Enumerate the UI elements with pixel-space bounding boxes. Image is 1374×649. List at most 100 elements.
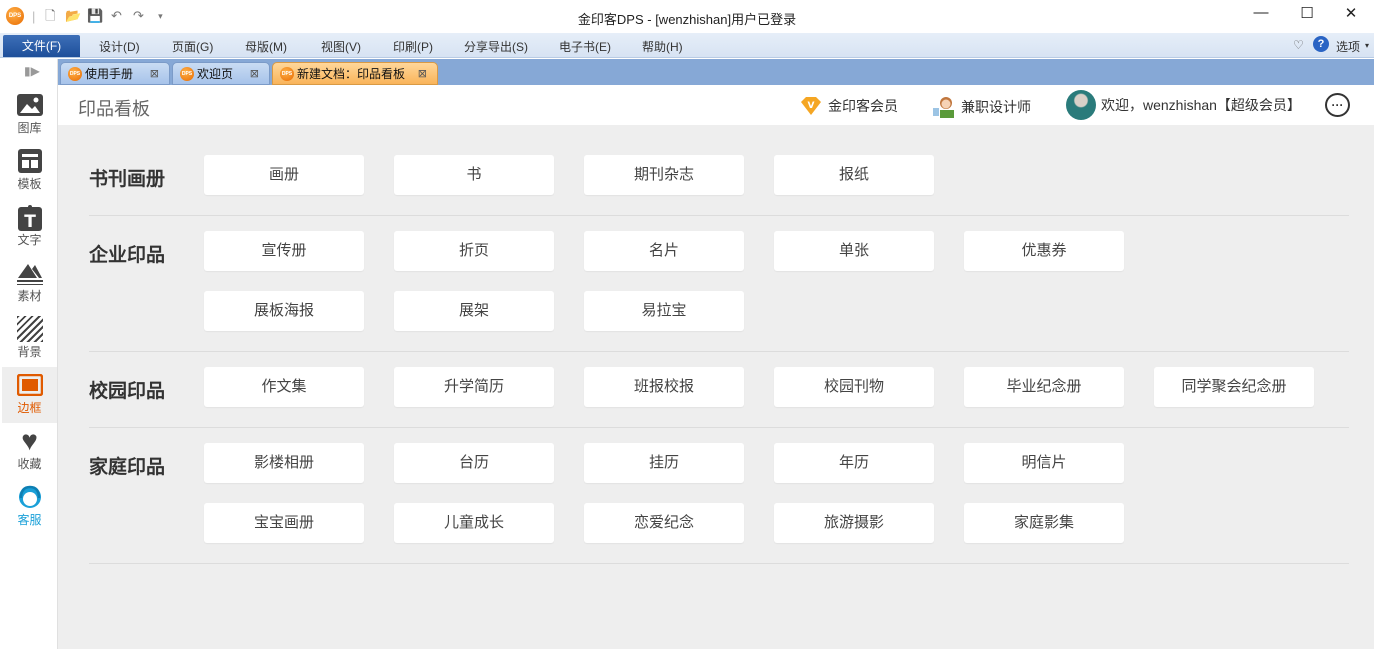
sidebar-item-material[interactable]: 素材	[2, 255, 57, 311]
template-icon	[17, 148, 43, 174]
product-button[interactable]: 宝宝画册	[204, 503, 364, 543]
section-divider	[89, 351, 1349, 352]
section-divider	[89, 563, 1349, 564]
message-icon[interactable]: ···	[1325, 93, 1350, 117]
maximize-button[interactable]: ☐	[1284, 4, 1330, 24]
tab-label: 使用手册	[85, 67, 134, 81]
product-button[interactable]: 明信片	[964, 443, 1124, 483]
background-icon	[16, 316, 43, 342]
product-button[interactable]: 儿童成长	[394, 503, 554, 543]
product-button[interactable]: 展板海报	[204, 291, 364, 331]
sidebar-label: 边框	[17, 401, 42, 415]
designer-label: 兼职设计师	[961, 99, 1031, 115]
close-tab-icon[interactable]: ⊠	[250, 67, 259, 80]
product-button[interactable]: 同学聚会纪念册	[1154, 367, 1314, 407]
menu-view[interactable]: 视图(V)	[321, 38, 361, 55]
dps-icon: DPS	[280, 66, 294, 81]
sidebar-item-background[interactable]: 背景	[2, 311, 57, 367]
vip-link[interactable]: V 金印客会员	[799, 96, 898, 116]
title-bar: DPS | 🗋 📂 💾 ↶ ↷ ▾ 金印客DPS - [wenzhishan]用…	[0, 0, 1374, 33]
user-profile[interactable]: 欢迎，wenzhishan【超级会员】	[1066, 90, 1301, 120]
product-button[interactable]: 年历	[774, 443, 934, 483]
product-button[interactable]: 恋爱纪念	[584, 503, 744, 543]
close-tab-icon[interactable]: ⊠	[150, 67, 159, 80]
vip-label: 金印客会员	[828, 98, 898, 114]
product-button[interactable]: 展架	[394, 291, 554, 331]
tab-label: 新建文档：印品看板	[297, 67, 406, 81]
product-button[interactable]: 报纸	[774, 155, 934, 195]
close-tab-icon[interactable]: ⊠	[418, 67, 427, 80]
product-button[interactable]: 书	[394, 155, 554, 195]
window-title: 金印客DPS - [wenzhishan]用户已登录	[577, 12, 797, 27]
product-button[interactable]: 校园刊物	[774, 367, 934, 407]
product-button[interactable]: 名片	[584, 231, 744, 271]
sidebar-item-favorites[interactable]: ♥ 收藏	[2, 423, 57, 479]
product-button[interactable]: 优惠券	[964, 231, 1124, 271]
help-icon[interactable]: ?	[1313, 36, 1329, 52]
dps-icon: DPS	[180, 66, 194, 81]
heart-icon: ♥	[21, 425, 38, 456]
section-divider	[89, 427, 1349, 428]
welcome-text: 欢迎，wenzhishan【超级会员】	[1101, 97, 1301, 113]
sidebar-label: 客服	[17, 513, 42, 527]
section-title-books: 书刊画册	[89, 169, 166, 190]
sidebar-item-service[interactable]: 客服	[2, 479, 57, 535]
menu-ebook[interactable]: 电子书(E)	[559, 38, 611, 55]
options-menu[interactable]: 选项	[1336, 38, 1360, 55]
avatar	[1066, 90, 1096, 120]
product-button[interactable]: 宣传册	[204, 231, 364, 271]
designer-avatar-icon	[933, 97, 954, 118]
menu-bar: 文件(F) 设计(D) 页面(G) 母版(M) 视图(V) 印刷(P) 分享导出…	[0, 33, 1374, 58]
sidebar-item-gallery[interactable]: 图库	[2, 87, 57, 143]
product-button[interactable]: 班报校报	[584, 367, 744, 407]
product-button[interactable]: 毕业纪念册	[964, 367, 1124, 407]
material-icon	[16, 260, 43, 286]
product-button[interactable]: 折页	[394, 231, 554, 271]
sidebar-label: 图库	[17, 121, 42, 135]
dps-icon: DPS	[68, 66, 82, 81]
sidebar-item-template[interactable]: 模板	[2, 143, 57, 199]
product-button[interactable]: 单张	[774, 231, 934, 271]
print-board-panel: 印品看板 V 金印客会员 兼职设计师 欢迎，wenzhishan【超级会员】 ··…	[58, 85, 1374, 649]
headset-icon	[17, 484, 43, 510]
chevron-down-icon[interactable]: ▾	[1365, 41, 1369, 50]
sidebar-label: 收藏	[17, 457, 42, 471]
favorite-icon[interactable]: ♡	[1293, 38, 1304, 52]
tab-manual[interactable]: DPS 使用手册 ⊠	[60, 62, 170, 85]
panel-header: 印品看板 V 金印客会员 兼职设计师 欢迎，wenzhishan【超级会员】 ··…	[58, 85, 1374, 125]
svg-text:T: T	[24, 212, 36, 231]
product-button[interactable]: 作文集	[204, 367, 364, 407]
product-button[interactable]: 旅游摄影	[774, 503, 934, 543]
minimize-button[interactable]: —	[1238, 4, 1284, 24]
tab-welcome[interactable]: DPS 欢迎页 ⊠	[172, 62, 270, 85]
menu-master[interactable]: 母版(M)	[245, 38, 287, 55]
sidebar-item-text[interactable]: T 文字	[2, 199, 57, 255]
product-button[interactable]: 影楼相册	[204, 443, 364, 483]
product-button[interactable]: 台历	[394, 443, 554, 483]
menu-file[interactable]: 文件(F)	[3, 35, 80, 57]
tab-print-board[interactable]: DPS 新建文档：印品看板 ⊠	[272, 62, 438, 85]
sidebar-label: 文字	[17, 233, 42, 247]
sidebar-item-border[interactable]: 边框	[2, 367, 57, 423]
menu-design[interactable]: 设计(D)	[99, 38, 140, 55]
menu-print[interactable]: 印刷(P)	[393, 38, 433, 55]
menu-page[interactable]: 页面(G)	[172, 38, 213, 55]
sidebar-label: 素材	[17, 289, 42, 303]
product-button[interactable]: 期刊杂志	[584, 155, 744, 195]
border-icon	[16, 372, 43, 398]
close-button[interactable]: ✕	[1328, 4, 1374, 24]
product-button[interactable]: 挂历	[584, 443, 744, 483]
product-button[interactable]: 升学简历	[394, 367, 554, 407]
menu-share-export[interactable]: 分享导出(S)	[464, 38, 528, 55]
section-title-enterprise: 企业印品	[89, 245, 166, 266]
product-button[interactable]: 易拉宝	[584, 291, 744, 331]
sidebar-label: 背景	[17, 345, 42, 359]
product-button[interactable]: 画册	[204, 155, 364, 195]
page-title: 印品看板	[78, 99, 150, 119]
part-time-designer-link[interactable]: 兼职设计师	[932, 96, 1031, 118]
collapse-sidebar-icon[interactable]: ▮▶	[24, 64, 40, 78]
text-icon: T	[17, 204, 43, 231]
menu-help[interactable]: 帮助(H)	[642, 38, 683, 55]
svg-text:V: V	[808, 101, 815, 111]
product-button[interactable]: 家庭影集	[964, 503, 1124, 543]
